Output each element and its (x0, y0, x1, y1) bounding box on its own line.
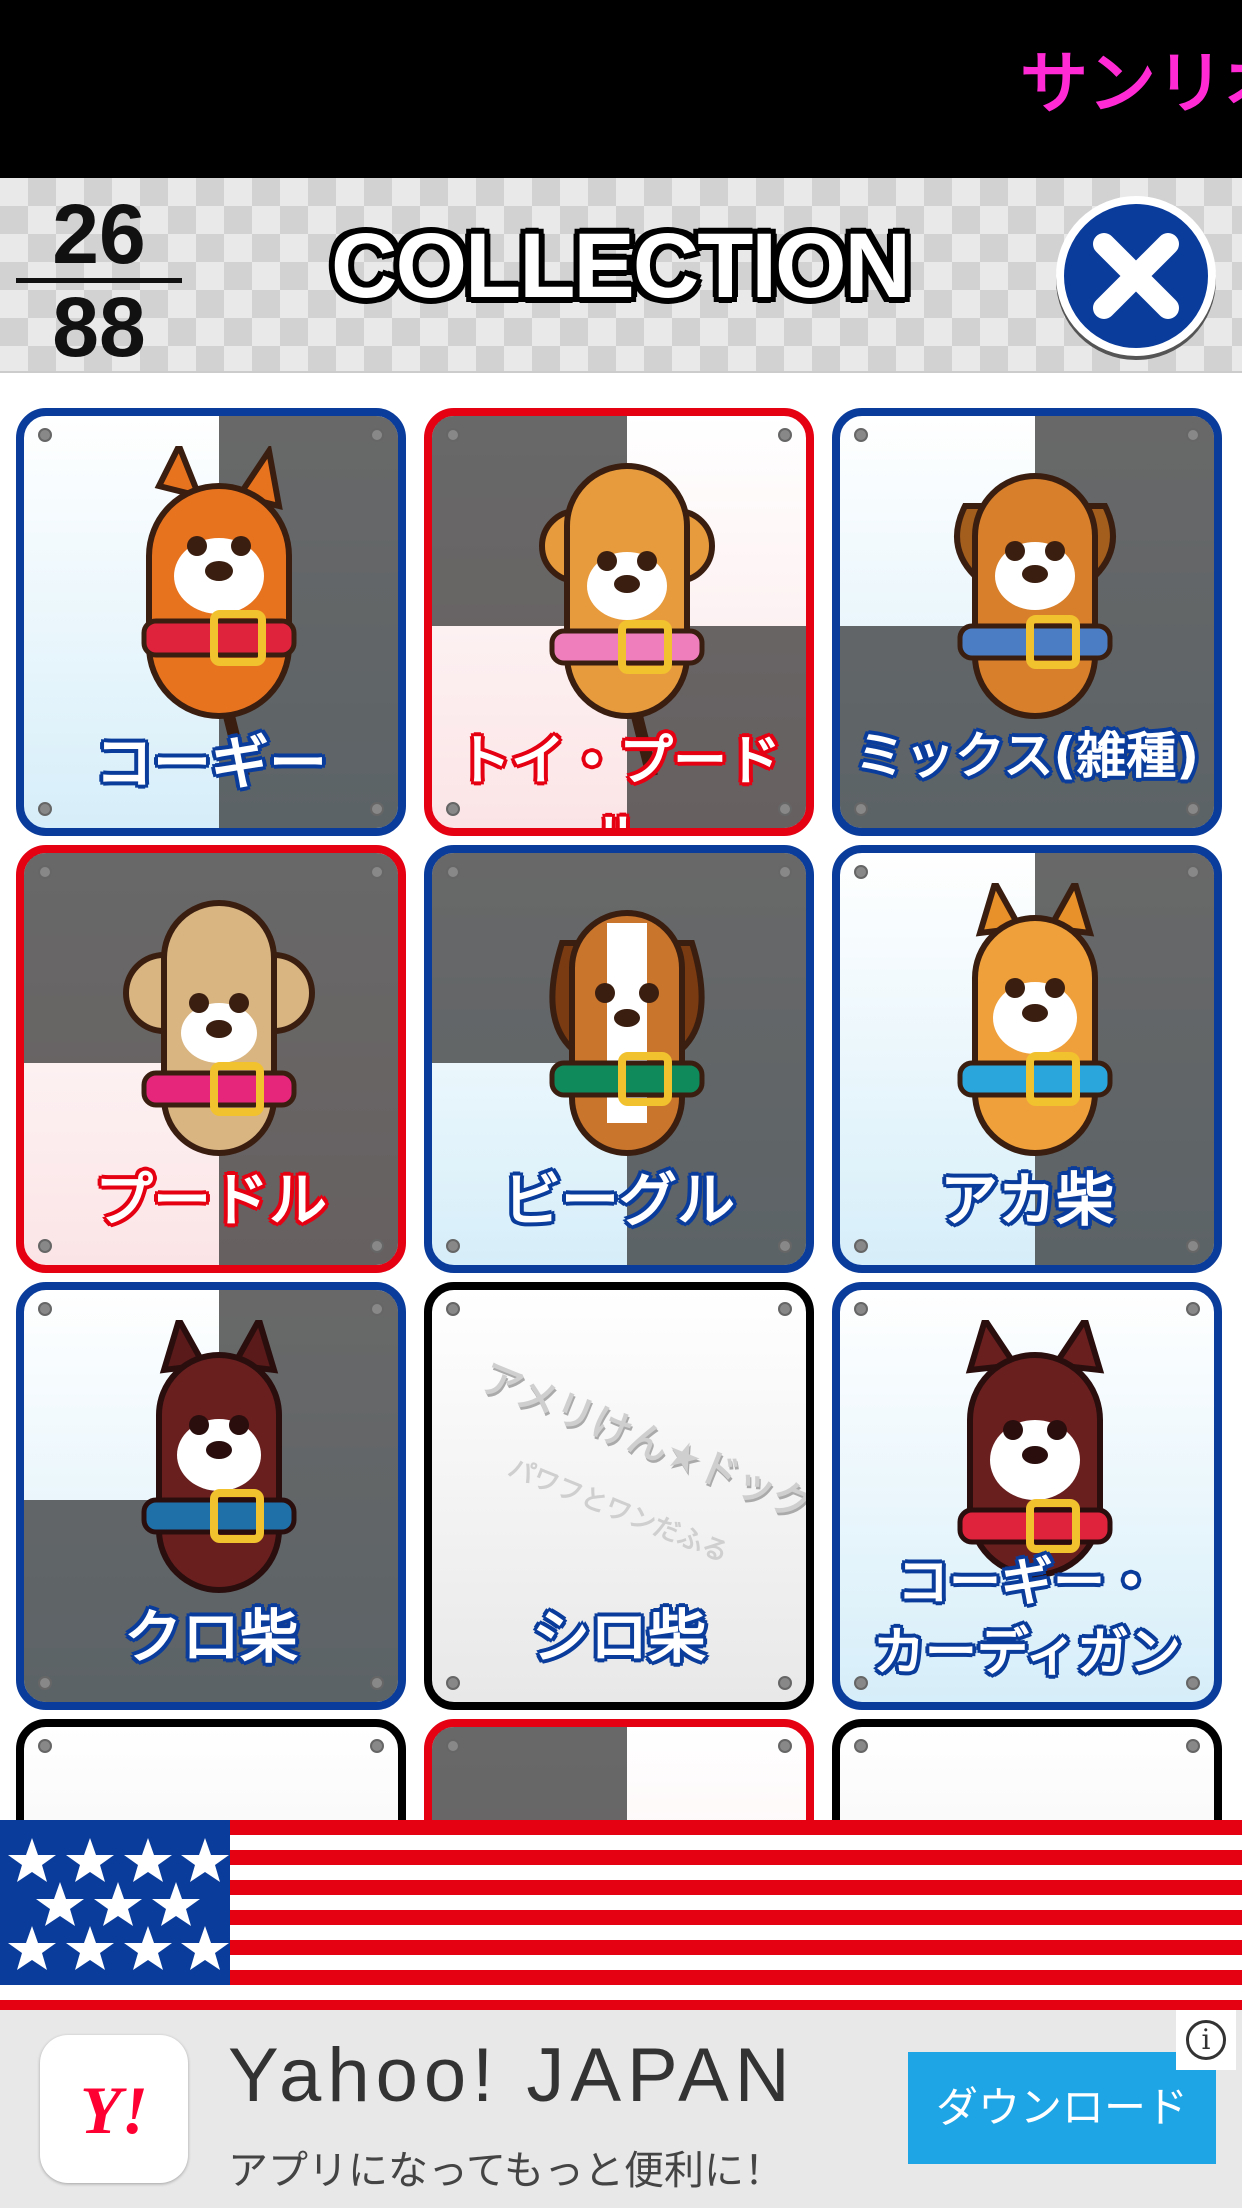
card-label: トイ・プードル (457, 729, 781, 828)
card-poodle[interactable]: プードル (16, 845, 406, 1273)
ticker-text: サンリオ (1020, 45, 1242, 124)
card-locked[interactable] (832, 1719, 1222, 1820)
close-icon (1093, 233, 1179, 319)
ad-title: Yahoo! JAPAN (228, 2033, 796, 2118)
card-corgi[interactable]: コーギー (16, 408, 406, 836)
card-label: クロ柴 (123, 1603, 298, 1671)
info-icon: i (1186, 2020, 1226, 2060)
star-icon (8, 1838, 229, 1970)
card-red-shiba[interactable]: アカ柴 (832, 845, 1222, 1273)
collection-grid: コーギー トイ・プードル (0, 373, 1242, 1820)
card-white-shiba-locked[interactable]: アメリけん★ドッグ パワフとワンだふる シロ柴 (424, 1282, 814, 1710)
collection-header: 26 88 COLLECTION (0, 178, 1242, 373)
yahoo-logo-icon: Y! (40, 2035, 188, 2183)
card-label: コーギー・ (896, 1553, 1157, 1613)
logo-text: Y! (80, 2072, 148, 2148)
total-count: 88 (52, 280, 146, 374)
download-button[interactable]: ダウンロード (908, 2052, 1216, 2164)
card-label: ビーグル (502, 1166, 735, 1234)
card-label: シロ柴 (531, 1603, 706, 1671)
ad-info-button[interactable]: i (1176, 2010, 1236, 2070)
card-label: コーギー (94, 729, 327, 797)
flag-stars (0, 1820, 230, 1985)
card-mix[interactable]: ミックス(雑種) (832, 408, 1222, 836)
card-toy-poodle[interactable]: トイ・プードル (424, 408, 814, 836)
collection-counter: 26 88 (14, 190, 184, 371)
card-beagle[interactable]: ビーグル (424, 845, 814, 1273)
page-title: COLLECTION (331, 215, 911, 317)
card-label: アカ柴 (939, 1166, 1114, 1234)
card-locked[interactable] (16, 1719, 406, 1820)
flag-banner (0, 1820, 1242, 2010)
card-label-line2: カーディガン (872, 1623, 1182, 1683)
top-ticker-bar: サンリオ (0, 0, 1242, 178)
collected-count: 26 (52, 187, 146, 281)
card-partial[interactable] (424, 1719, 814, 1820)
ad-subtitle: アプリになってもっと便利に！ (228, 2148, 784, 2194)
close-button[interactable] (1056, 196, 1216, 356)
card-label: プードル (94, 1166, 327, 1234)
card-corgi-cardigan[interactable]: コーギー・ カーディガン (832, 1282, 1222, 1710)
ad-banner[interactable]: Y! Yahoo! JAPAN アプリになってもっと便利に！ ダウンロード i (0, 2010, 1242, 2208)
card-label: ミックス(雑種) (854, 727, 1200, 785)
card-black-shiba[interactable]: クロ柴 (16, 1282, 406, 1710)
